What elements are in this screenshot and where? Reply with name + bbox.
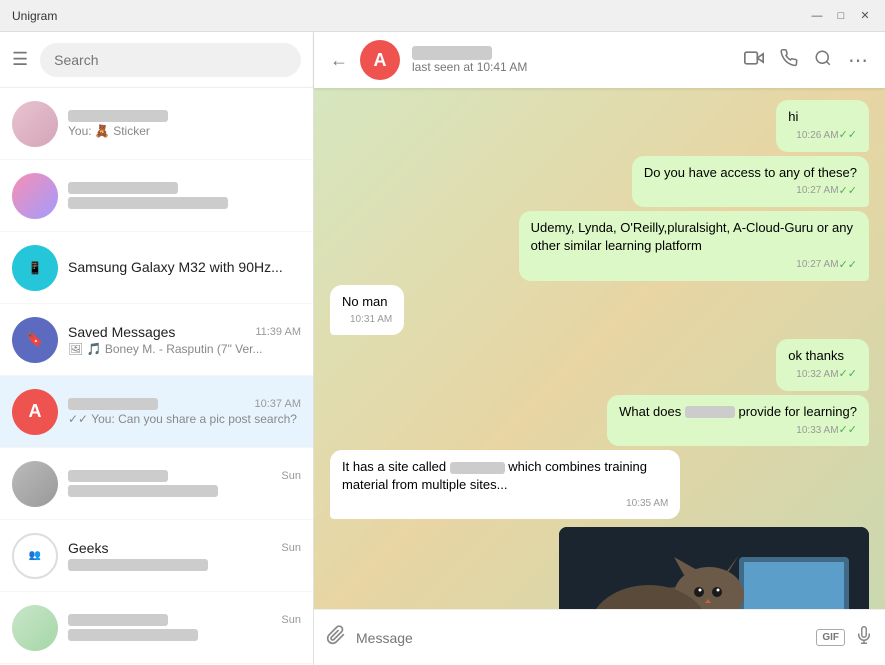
chat-list: You: 🧸 Sticker 📱 xyxy=(0,88,313,665)
chat-name: Saved Messages xyxy=(68,324,175,340)
chat-info: Saved Messages 11:39 AM 🖼 🎵 Boney M. - R… xyxy=(68,324,301,356)
gif-image xyxy=(559,527,869,609)
search-button[interactable] xyxy=(814,48,832,73)
list-item[interactable]: Sun xyxy=(0,592,313,664)
chat-name-row: Samsung Galaxy M32 with 90Hz... xyxy=(68,259,301,275)
titlebar: Unigram — □ ✕ xyxy=(0,0,885,32)
chat-info: 10:37 AM ✓✓ You: Can you share a pic pos… xyxy=(68,398,301,426)
chat-name xyxy=(68,182,178,194)
chat-preview xyxy=(68,484,301,498)
chat-name xyxy=(68,398,158,410)
chat-preview: 🖼 🎵 Boney M. - Rasputin (7" Ver... xyxy=(68,342,301,356)
list-item[interactable]: Sun xyxy=(0,448,313,520)
chat-name xyxy=(68,470,168,482)
chat-name-row xyxy=(68,110,301,122)
table-row: What does provide for learning? 10:33 AM… xyxy=(330,395,869,447)
main-layout: ☰ You: 🧸 Sticker xyxy=(0,32,885,665)
chat-preview xyxy=(68,558,301,572)
contact-status: last seen at 10:41 AM xyxy=(412,60,732,74)
chat-info: Geeks Sun xyxy=(68,540,301,572)
chat-name-row: Sun xyxy=(68,614,301,626)
maximize-button[interactable]: □ xyxy=(833,8,849,24)
chat-name-row: Geeks Sun xyxy=(68,540,301,556)
avatar: 👥 xyxy=(12,533,58,579)
avatar: 📱 xyxy=(12,245,58,291)
messages-area: hi 10:26 AM ✓✓ Do you have access to any… xyxy=(314,88,885,609)
message-input-bar: GIF xyxy=(314,609,885,665)
table-row: Do you have access to any of these? 10:2… xyxy=(330,156,869,208)
chat-panel: ← A last seen at 10:41 AM ⋯ xyxy=(314,32,885,665)
message-bubble: Udemy, Lynda, O'Reilly,pluralsight, A-Cl… xyxy=(519,211,869,281)
chat-header-info: last seen at 10:41 AM xyxy=(412,46,732,74)
menu-button[interactable]: ☰ xyxy=(12,49,28,70)
table-row: ok thanks 10:32 AM ✓✓ xyxy=(330,339,869,391)
chat-info: Samsung Galaxy M32 with 90Hz... xyxy=(68,259,301,277)
avatar xyxy=(12,605,58,651)
more-button[interactable]: ⋯ xyxy=(848,48,869,73)
voice-button[interactable] xyxy=(855,626,873,649)
message-bubble: Do you have access to any of these? 10:2… xyxy=(632,156,869,208)
contact-name xyxy=(412,46,492,60)
chat-preview xyxy=(68,628,301,642)
avatar xyxy=(12,101,58,147)
video-call-button[interactable] xyxy=(744,48,764,73)
chat-info: Sun xyxy=(68,470,301,498)
avatar: A xyxy=(12,389,58,435)
minimize-button[interactable]: — xyxy=(809,8,825,24)
back-button[interactable]: ← xyxy=(330,50,348,71)
chat-info: You: 🧸 Sticker xyxy=(68,110,301,138)
message-bubble: It has a site called which combines trai… xyxy=(330,450,680,518)
chat-name: Geeks xyxy=(68,540,108,556)
avatar xyxy=(12,173,58,219)
close-button[interactable]: ✕ xyxy=(857,8,873,24)
chat-name xyxy=(68,110,168,122)
phone-button[interactable] xyxy=(780,48,798,73)
message-input[interactable] xyxy=(356,630,806,646)
sidebar: ☰ You: 🧸 Sticker xyxy=(0,32,314,665)
table-row: It has a site called which combines trai… xyxy=(330,450,869,518)
attach-button[interactable] xyxy=(326,625,346,651)
window-controls: — □ ✕ xyxy=(809,8,873,24)
avatar xyxy=(12,461,58,507)
chat-preview: ✓✓ You: Can you share a pic post search? xyxy=(68,412,301,426)
header-actions: ⋯ xyxy=(744,48,869,73)
chat-name: Samsung Galaxy M32 with 90Hz... xyxy=(68,259,283,275)
app-title: Unigram xyxy=(12,9,57,23)
avatar: 🔖 xyxy=(12,317,58,363)
sidebar-header: ☰ xyxy=(0,32,313,88)
list-item[interactable]: You: 🧸 Sticker xyxy=(0,88,313,160)
table-row: Udemy, Lynda, O'Reilly,pluralsight, A-Cl… xyxy=(330,211,869,281)
search-input[interactable] xyxy=(40,43,301,77)
chat-preview xyxy=(68,196,301,210)
chat-preview: You: 🧸 Sticker xyxy=(68,124,301,138)
chat-name-row: 10:37 AM xyxy=(68,398,301,410)
contact-avatar: A xyxy=(360,40,400,80)
list-item[interactable]: 📱 Samsung Galaxy M32 with 90Hz... xyxy=(0,232,313,304)
list-item[interactable]: A 10:37 AM ✓✓ You: Can you share a pic p… xyxy=(0,376,313,448)
chat-info xyxy=(68,182,301,210)
list-item[interactable] xyxy=(0,160,313,232)
chat-name-row xyxy=(68,182,301,194)
chat-name-row: Sun xyxy=(68,470,301,482)
chat-name-row: Saved Messages 11:39 AM xyxy=(68,324,301,340)
message-bubble: What does provide for learning? 10:33 AM… xyxy=(607,395,869,447)
table-row: No man 10:31 AM xyxy=(330,285,869,335)
chat-name xyxy=(68,614,168,626)
list-item[interactable]: 🔖 Saved Messages 11:39 AM 🖼 🎵 Boney M. -… xyxy=(0,304,313,376)
gif-button[interactable]: GIF xyxy=(816,629,845,646)
message-bubble: ok thanks 10:32 AM ✓✓ xyxy=(776,339,869,391)
chat-info: Sun xyxy=(68,614,301,642)
table-row: hi 10:26 AM ✓✓ xyxy=(330,100,869,152)
table-row: GIF xyxy=(330,527,869,609)
message-bubble: No man 10:31 AM xyxy=(330,285,404,335)
gif-message[interactable]: GIF xyxy=(559,527,869,609)
list-item[interactable]: 👥 Geeks Sun xyxy=(0,520,313,592)
message-bubble: hi 10:26 AM ✓✓ xyxy=(776,100,869,152)
chat-header: ← A last seen at 10:41 AM ⋯ xyxy=(314,32,885,88)
